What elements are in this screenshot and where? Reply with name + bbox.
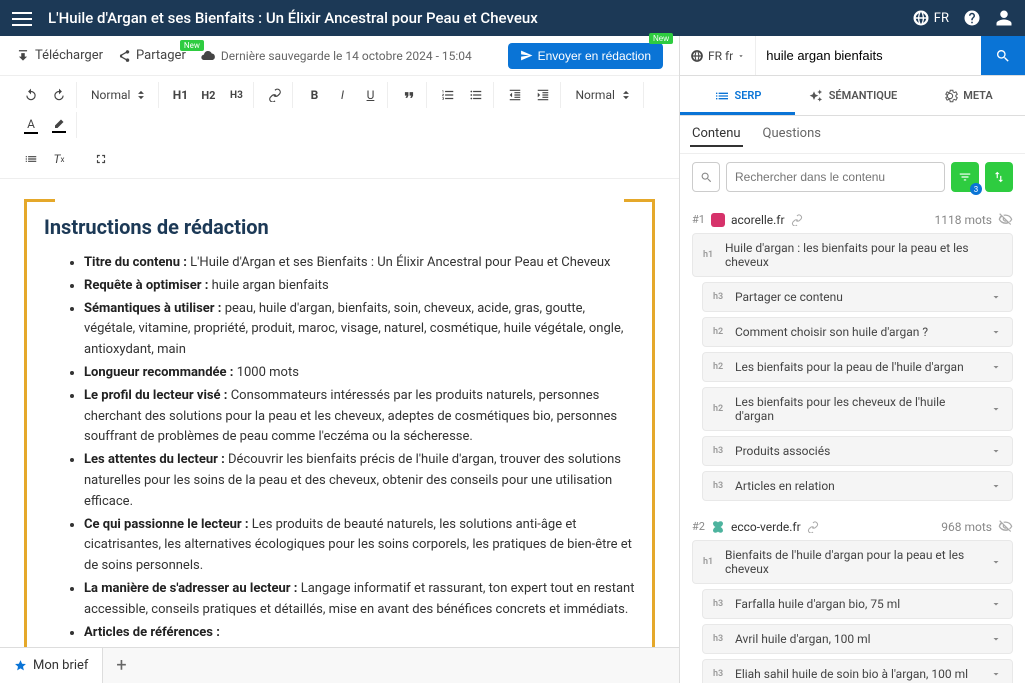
- link-icon: [791, 214, 803, 226]
- visibility-off-icon[interactable]: [998, 519, 1013, 534]
- serp-result-header[interactable]: #1acorelle.fr1118 mots: [692, 204, 1013, 233]
- chevron-down-icon[interactable]: [990, 361, 1002, 373]
- ul-button[interactable]: [465, 84, 487, 106]
- text-color-button[interactable]: A: [20, 114, 42, 136]
- download-button[interactable]: Télécharger: [16, 48, 103, 63]
- serp-search-button[interactable]: [981, 36, 1025, 75]
- sort-button[interactable]: [985, 162, 1013, 192]
- user-icon[interactable]: [995, 9, 1013, 27]
- outline-heading[interactable]: h3Produits associés: [702, 436, 1013, 466]
- content-search-input[interactable]: [726, 162, 945, 192]
- chevron-down-icon[interactable]: [990, 633, 1002, 645]
- add-tab-button[interactable]: +: [103, 648, 139, 683]
- outline-heading[interactable]: h1Bienfaits de l'huile d'argan pour la p…: [692, 540, 1013, 584]
- language-selector[interactable]: FR: [912, 9, 949, 27]
- quote-button[interactable]: [398, 84, 420, 106]
- h2-button[interactable]: H2: [197, 84, 219, 106]
- bottom-tab-brief[interactable]: Mon brief: [0, 648, 103, 683]
- more-button[interactable]: [20, 148, 42, 170]
- chevron-down-icon[interactable]: [990, 403, 1002, 415]
- brief-heading: Instructions de rédaction: [44, 215, 635, 239]
- serp-result-header[interactable]: #2ecco-verde.fr968 mots: [692, 511, 1013, 540]
- serp-query-input[interactable]: [756, 36, 981, 75]
- bold-button[interactable]: B: [303, 84, 325, 106]
- chevron-down-icon[interactable]: [990, 445, 1002, 457]
- outline-heading[interactable]: h3Farfalla huile d'argan bio, 75 ml: [702, 589, 1013, 619]
- outline-heading[interactable]: h1Huile d'argan : les bienfaits pour la …: [692, 233, 1013, 277]
- page-title: L'Huile d'Argan et ses Bienfaits : Un Él…: [48, 9, 912, 27]
- favicon: [711, 520, 725, 534]
- send-to-writing-button[interactable]: Envoyer en rédaction New: [508, 43, 663, 69]
- outline-heading[interactable]: h2Comment choisir son huile d'argan ?: [702, 317, 1013, 347]
- serp-lang-select[interactable]: FR fr: [680, 36, 756, 75]
- redo-button[interactable]: [48, 84, 70, 106]
- chevron-down-icon[interactable]: [990, 326, 1002, 338]
- outline-heading[interactable]: h3Articles en relation: [702, 471, 1013, 501]
- outline-heading[interactable]: h3Partager ce contenu: [702, 282, 1013, 312]
- new-badge: New: [180, 40, 204, 51]
- tab-meta[interactable]: META: [910, 76, 1025, 115]
- h3-button[interactable]: H3: [225, 84, 247, 106]
- subtab-questions[interactable]: Questions: [761, 122, 823, 147]
- filter-count-badge: 3: [970, 183, 982, 195]
- link-icon: [807, 521, 819, 533]
- highlight-button[interactable]: [48, 114, 70, 136]
- star-icon: [14, 659, 27, 672]
- clear-format-button[interactable]: Tx: [48, 148, 70, 170]
- filter-button[interactable]: 3: [951, 162, 979, 192]
- tab-semantic[interactable]: SÉMANTIQUE: [795, 76, 910, 115]
- outline-heading[interactable]: h2Les bienfaits pour les cheveux de l'hu…: [702, 387, 1013, 431]
- underline-button[interactable]: U: [359, 84, 381, 106]
- search-icon: [692, 162, 720, 192]
- tab-serp[interactable]: SERP: [680, 76, 795, 115]
- subtab-content[interactable]: Contenu: [690, 122, 743, 147]
- ol-button[interactable]: [437, 84, 459, 106]
- chevron-down-icon[interactable]: [990, 668, 1002, 680]
- help-icon[interactable]: [963, 9, 981, 27]
- outdent-button[interactable]: [504, 84, 526, 106]
- link-button[interactable]: [264, 84, 286, 106]
- undo-button[interactable]: [20, 84, 42, 106]
- chevron-down-icon[interactable]: [990, 480, 1002, 492]
- outline-heading[interactable]: h2Les bienfaits pour la peau de l'huile …: [702, 352, 1013, 382]
- h1-button[interactable]: H1: [169, 84, 191, 106]
- chevron-down-icon[interactable]: [990, 291, 1002, 303]
- indent-button[interactable]: [532, 84, 554, 106]
- favicon: [711, 213, 725, 227]
- italic-button[interactable]: I: [331, 84, 353, 106]
- chevron-down-icon[interactable]: [990, 556, 1002, 568]
- new-badge: New: [649, 33, 673, 44]
- outline-heading[interactable]: h3Avril huile d'argan, 100 ml: [702, 624, 1013, 654]
- block-style-select[interactable]: Normal: [87, 86, 152, 104]
- menu-icon[interactable]: [12, 8, 32, 28]
- font-style-select[interactable]: Normal: [571, 86, 636, 104]
- editor-toolbar: Normal H1 H2 H3 B I U: [0, 76, 679, 179]
- chevron-down-icon[interactable]: [990, 598, 1002, 610]
- outline-heading[interactable]: h3Eliah sahil huile de soin bio à l'arga…: [702, 659, 1013, 683]
- visibility-off-icon[interactable]: [998, 212, 1013, 227]
- save-status: Dernière sauvegarde le 14 octobre 2024 -…: [200, 48, 472, 64]
- share-button[interactable]: Partager New: [117, 48, 186, 63]
- editor-content[interactable]: Instructions de rédaction Titre du conte…: [0, 179, 679, 647]
- fullscreen-button[interactable]: [90, 148, 112, 170]
